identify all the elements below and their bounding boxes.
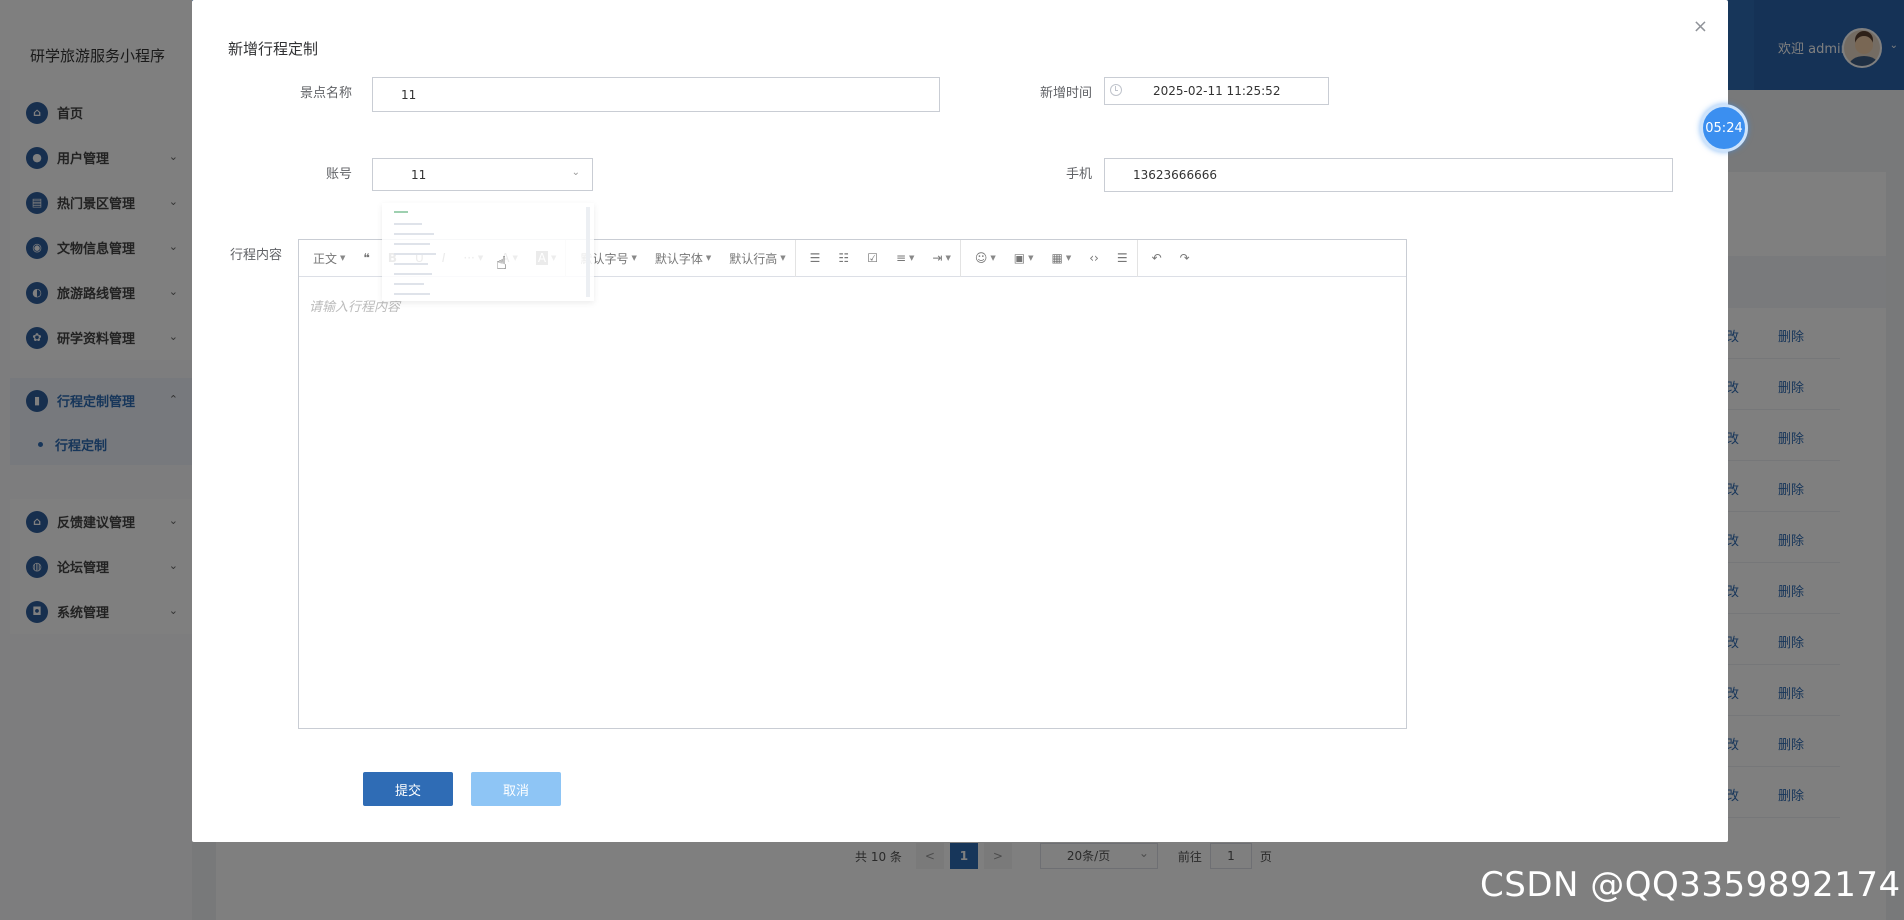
account-dropdown-fading xyxy=(382,203,594,301)
phone-field[interactable]: 13623666666 xyxy=(1104,158,1673,192)
account-value: 11 xyxy=(411,167,427,182)
align-glyph: ≡ xyxy=(895,251,907,265)
dialog-title: 新增行程定制 xyxy=(228,40,319,58)
phone-label: 手机 xyxy=(1065,167,1092,182)
account-label: 账号 xyxy=(325,167,352,182)
created-time-label: 新增时间 xyxy=(1039,86,1092,101)
table-icon[interactable]: ▦ ▼ xyxy=(1043,240,1081,277)
divider-icon[interactable]: ☰ xyxy=(1108,239,1138,277)
code-icon[interactable]: ‹› xyxy=(1080,240,1108,277)
paragraph-dropdown[interactable]: 正文 ▼ xyxy=(299,240,354,277)
spot-name-value: 11 xyxy=(401,87,417,102)
rich-text-editor: 正文▼ ❝ B U I ···▼ A▼ A▼ 默认字号▼ 默认字体▼ 默认行高▼… xyxy=(298,239,1407,729)
clock-icon xyxy=(1110,84,1122,96)
line-height-dropdown[interactable]: 默认行高 ▼ xyxy=(720,239,796,277)
table-glyph: ▦ xyxy=(1051,251,1063,265)
bullet-list-icon[interactable]: ☰ xyxy=(796,240,830,277)
emoji-icon[interactable]: ☺ ▼ xyxy=(961,240,1005,277)
timer-badge[interactable]: 05:24 xyxy=(1700,104,1748,152)
cancel-button[interactable]: 取消 xyxy=(471,772,561,806)
indent-icon[interactable]: ⇥ ▼ xyxy=(923,239,961,277)
align-icon[interactable]: ≡ ▼ xyxy=(887,240,923,277)
close-icon[interactable]: × xyxy=(1693,16,1708,37)
line-height-label: 默认行高 xyxy=(729,251,778,266)
redo-icon[interactable]: ↷ xyxy=(1171,240,1199,277)
phone-value: 13623666666 xyxy=(1133,168,1217,182)
emoji-glyph: ☺ xyxy=(974,251,988,265)
paragraph-label: 正文 xyxy=(313,251,338,266)
quote-icon[interactable]: ❝ xyxy=(354,240,378,277)
hand-cursor-icon: ☝ xyxy=(496,253,507,274)
created-time-value: 2025-02-11 11:25:52 xyxy=(1153,84,1281,98)
font-family-label: 默认字体 xyxy=(654,251,703,266)
spot-name-field[interactable]: 11 xyxy=(372,77,940,112)
spot-name-label: 景点名称 xyxy=(299,86,352,101)
chevron-down-icon: ⌄ xyxy=(571,167,580,178)
image-glyph: ▣ xyxy=(1013,251,1026,265)
watermark: CSDN @QQ3359892174 xyxy=(1480,865,1901,905)
undo-icon[interactable]: ↶ xyxy=(1138,240,1171,277)
indent-glyph: ⇥ xyxy=(932,251,943,265)
numbered-list-icon[interactable]: ☷ xyxy=(829,240,858,277)
account-select[interactable]: 11 ⌄ xyxy=(372,158,593,191)
font-family-dropdown[interactable]: 默认字体 ▼ xyxy=(646,240,720,277)
todo-icon[interactable]: ☑ xyxy=(858,240,887,277)
created-time-field[interactable]: 2025-02-11 11:25:52 xyxy=(1104,77,1329,105)
add-itinerary-dialog: 新增行程定制 × 景点名称 11 新增时间 2025-02-11 11:25:5… xyxy=(192,0,1728,842)
dropdown-scrollbar[interactable] xyxy=(586,207,590,297)
content-label: 行程内容 xyxy=(229,248,282,263)
image-icon[interactable]: ▣ ▼ xyxy=(1005,240,1043,277)
submit-button[interactable]: 提交 xyxy=(363,772,453,806)
